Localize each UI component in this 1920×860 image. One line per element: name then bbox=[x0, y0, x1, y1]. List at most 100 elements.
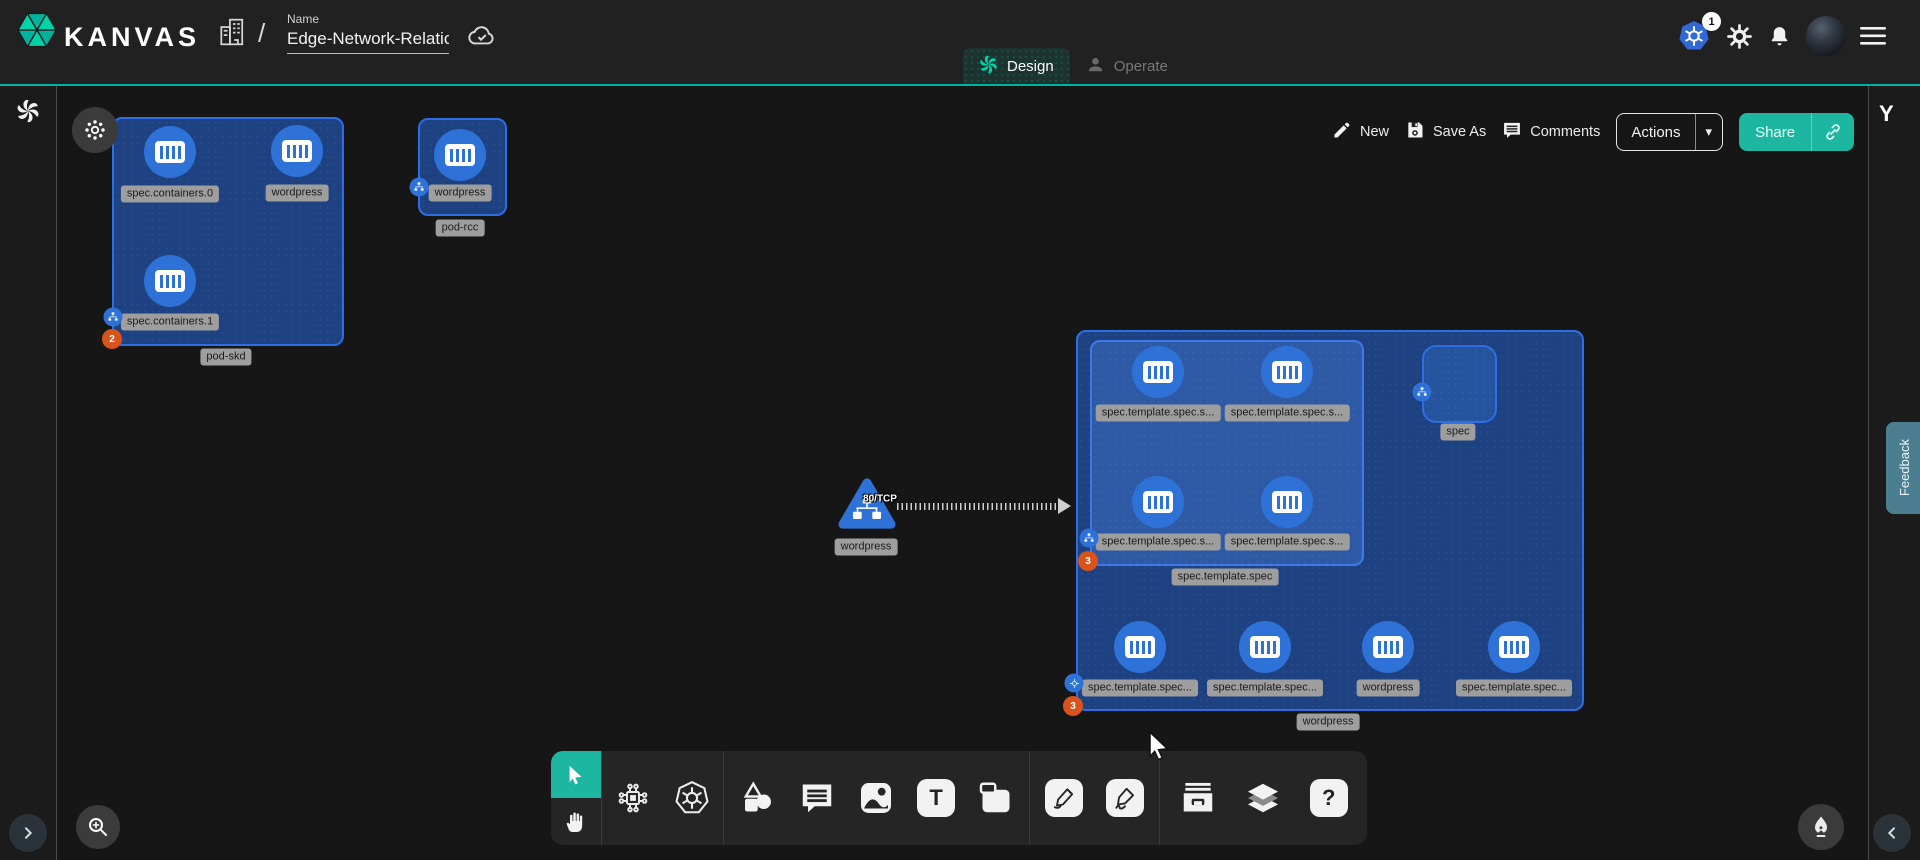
issue-count-badge[interactable]: 3 bbox=[1063, 696, 1083, 716]
share-label: Share bbox=[1739, 113, 1811, 151]
copy-link-icon[interactable] bbox=[1811, 113, 1854, 151]
tab-operate-label: Operate bbox=[1114, 58, 1168, 75]
feedback-tab[interactable]: Feedback bbox=[1886, 422, 1920, 514]
container-icon bbox=[1143, 491, 1173, 513]
component-section bbox=[601, 751, 723, 845]
container-node[interactable] bbox=[1261, 346, 1313, 398]
pointer-tools bbox=[551, 751, 601, 845]
node-label: spec.template.spec.s... bbox=[1225, 534, 1350, 551]
container-node[interactable] bbox=[1362, 621, 1414, 673]
group-label: spec.template.spec bbox=[1172, 569, 1279, 586]
container-node[interactable] bbox=[1261, 476, 1313, 528]
comments-button[interactable]: Comments bbox=[1502, 120, 1600, 144]
expand-left-panel-button[interactable] bbox=[9, 814, 47, 852]
container-node[interactable] bbox=[271, 125, 323, 177]
container-node[interactable] bbox=[434, 129, 486, 181]
save-as-button[interactable]: Save As bbox=[1405, 120, 1486, 144]
name-field-label: Name bbox=[287, 12, 449, 26]
container-icon bbox=[155, 270, 185, 292]
kanvas-logo-icon[interactable] bbox=[14, 7, 60, 58]
help-tool-button[interactable]: ? bbox=[1302, 766, 1356, 830]
canvas-config-button[interactable] bbox=[72, 107, 118, 153]
issue-count-badge[interactable]: 3 bbox=[1078, 551, 1098, 571]
spec-node[interactable] bbox=[1422, 345, 1497, 423]
collapse-right-panel-button[interactable] bbox=[1873, 814, 1911, 852]
node-label: wordpress bbox=[266, 185, 329, 202]
design-action-bar: New Save As Comments bbox=[1332, 112, 1854, 152]
notifications-button[interactable] bbox=[1767, 24, 1792, 49]
relationship-badge-icon[interactable] bbox=[410, 178, 429, 197]
node-label: spec.template.spec.s... bbox=[1096, 534, 1221, 551]
mouse-cursor bbox=[1148, 731, 1174, 766]
zoom-button[interactable] bbox=[76, 805, 120, 849]
relationship-badge-icon[interactable] bbox=[104, 308, 123, 327]
settings-button[interactable] bbox=[1726, 23, 1753, 50]
share-button[interactable]: Share bbox=[1739, 113, 1854, 151]
container-node[interactable] bbox=[1488, 621, 1540, 673]
help-glyph: ? bbox=[1310, 779, 1348, 817]
relationship-badge-icon[interactable] bbox=[1080, 529, 1099, 548]
container-node[interactable] bbox=[144, 126, 196, 178]
misc-section: ? bbox=[1159, 751, 1367, 845]
design-name-field: Name bbox=[287, 12, 449, 54]
user-avatar[interactable] bbox=[1806, 16, 1846, 56]
caret-down-icon[interactable]: ▾ bbox=[1695, 114, 1723, 150]
container-node[interactable] bbox=[144, 255, 196, 307]
layers-tool-button[interactable] bbox=[1236, 766, 1290, 830]
service-node[interactable] bbox=[838, 476, 896, 537]
tab-design-label: Design bbox=[1007, 58, 1054, 75]
group-label: pod-skd bbox=[200, 349, 251, 366]
freehand-draw-tool-button[interactable] bbox=[1098, 766, 1152, 830]
container-icon bbox=[1272, 361, 1302, 383]
shapes-tool-button[interactable] bbox=[730, 766, 784, 830]
issue-count-badge[interactable]: 2 bbox=[102, 329, 122, 349]
container-icon bbox=[1143, 361, 1173, 383]
pan-tool-button[interactable] bbox=[551, 798, 601, 845]
text-tool-glyph: T bbox=[917, 779, 955, 817]
note-tool-button[interactable] bbox=[969, 766, 1023, 830]
actions-dropdown-button[interactable]: Actions ▾ bbox=[1616, 113, 1723, 151]
kubernetes-context-button[interactable]: 1 bbox=[1676, 18, 1712, 54]
image-tool-button[interactable] bbox=[849, 766, 903, 830]
pencil-icon bbox=[1332, 120, 1352, 144]
container-icon bbox=[1499, 636, 1529, 658]
new-button[interactable]: New bbox=[1332, 120, 1389, 144]
container-icon bbox=[282, 140, 312, 162]
container-node[interactable] bbox=[1239, 621, 1291, 673]
draw-section bbox=[1029, 751, 1159, 845]
group-label: pod-rcc bbox=[436, 220, 485, 237]
node-label: spec.containers.1 bbox=[121, 314, 219, 331]
annotation-section: T bbox=[723, 751, 1029, 845]
archive-tool-button[interactable] bbox=[1171, 766, 1225, 830]
node-label: spec.containers.0 bbox=[121, 186, 219, 203]
deployment-badge-icon[interactable] bbox=[1065, 674, 1084, 693]
feedback-label: Feedback bbox=[1897, 439, 1912, 496]
comment-tool-button[interactable] bbox=[790, 766, 844, 830]
header-icons: 1 bbox=[1676, 10, 1888, 62]
components-tool-button[interactable] bbox=[606, 766, 660, 830]
menu-button[interactable] bbox=[1860, 25, 1888, 47]
group-label: wordpress bbox=[1297, 714, 1360, 731]
tab-operate[interactable]: Operate bbox=[1070, 48, 1184, 84]
kubernetes-tool-button[interactable] bbox=[665, 766, 719, 830]
brand-title: KANVAS bbox=[64, 22, 200, 53]
save-as-label: Save As bbox=[1433, 124, 1486, 140]
y-panel-icon[interactable]: Y bbox=[1879, 101, 1894, 127]
container-icon bbox=[445, 144, 475, 166]
node-label: wordpress bbox=[1357, 680, 1420, 697]
container-node[interactable] bbox=[1132, 476, 1184, 528]
service-edge[interactable] bbox=[897, 503, 1060, 510]
organization-icon[interactable] bbox=[218, 16, 248, 53]
select-tool-button[interactable] bbox=[551, 751, 601, 798]
design-name-input[interactable] bbox=[287, 28, 449, 54]
container-node[interactable] bbox=[1114, 621, 1166, 673]
node-label: wordpress bbox=[429, 185, 492, 202]
container-node[interactable] bbox=[1132, 346, 1184, 398]
whiteboard-pen-button[interactable] bbox=[1798, 804, 1844, 850]
edge-draw-tool-button[interactable] bbox=[1037, 766, 1091, 830]
tab-design[interactable]: Design bbox=[963, 48, 1070, 84]
relationship-badge-icon[interactable] bbox=[1413, 383, 1432, 402]
text-tool-button[interactable]: T bbox=[909, 766, 963, 830]
save-status-cloud-icon bbox=[466, 22, 498, 53]
meshery-spiral-icon[interactable] bbox=[16, 99, 40, 128]
